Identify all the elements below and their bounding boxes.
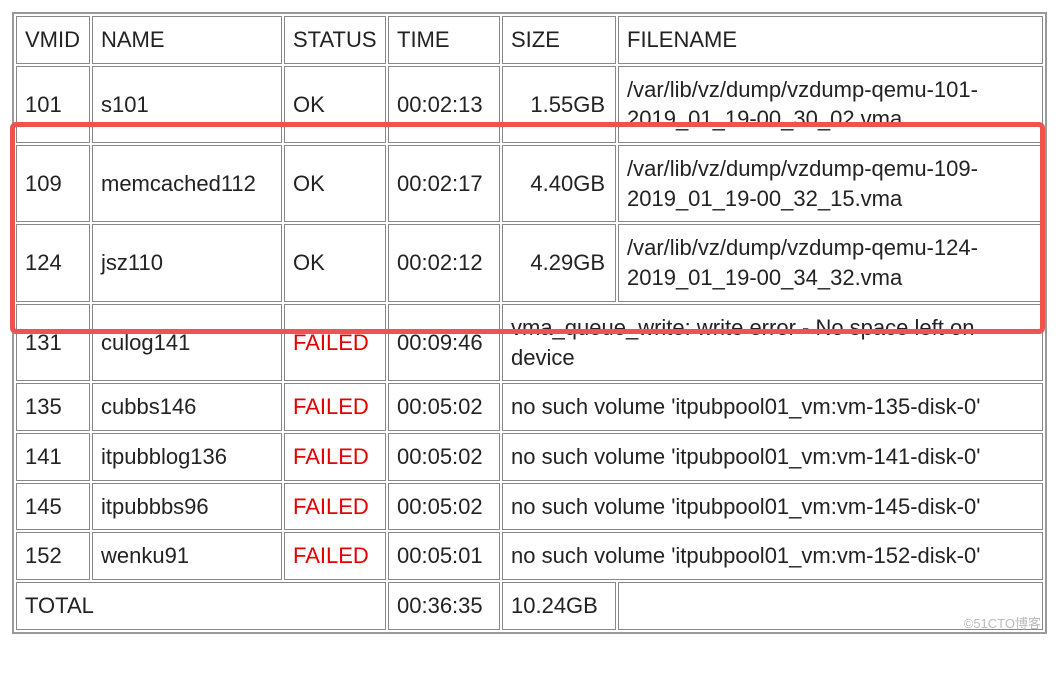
cell-name: memcached112: [92, 145, 282, 222]
table-row: 101s101OK00:02:131.55GB/var/lib/vz/dump/…: [16, 66, 1043, 143]
cell-filename: /var/lib/vz/dump/vzdump-qemu-101-2019_01…: [618, 66, 1043, 143]
col-status: STATUS: [284, 16, 386, 64]
cell-time: 00:05:02: [388, 483, 500, 531]
cell-status: FAILED: [284, 433, 386, 481]
cell-name: s101: [92, 66, 282, 143]
cell-vmid: 145: [16, 483, 90, 531]
col-vmid: VMID: [16, 16, 90, 64]
cell-name: cubbs146: [92, 383, 282, 431]
cell-message: no such volume 'itpubpool01_vm:vm-135-di…: [502, 383, 1043, 431]
cell-time: 00:02:12: [388, 224, 500, 301]
table-row: 141itpubblog136FAILED00:05:02no such vol…: [16, 433, 1043, 481]
cell-status: OK: [284, 145, 386, 222]
cell-name: itpubblog136: [92, 433, 282, 481]
col-name: NAME: [92, 16, 282, 64]
cell-vmid: 141: [16, 433, 90, 481]
cell-time: 00:02:13: [388, 66, 500, 143]
cell-filename: /var/lib/vz/dump/vzdump-qemu-124-2019_01…: [618, 224, 1043, 301]
total-time: 00:36:35: [388, 582, 500, 630]
cell-vmid: 131: [16, 304, 90, 381]
cell-status: FAILED: [284, 304, 386, 381]
table-row: 131culog141FAILED00:09:46vma_queue_write…: [16, 304, 1043, 381]
cell-message: no such volume 'itpubpool01_vm:vm-141-di…: [502, 433, 1043, 481]
table-row: 109memcached112OK00:02:174.40GB/var/lib/…: [16, 145, 1043, 222]
cell-time: 00:05:02: [388, 383, 500, 431]
cell-message: no such volume 'itpubpool01_vm:vm-152-di…: [502, 532, 1043, 580]
cell-status: OK: [284, 224, 386, 301]
cell-time: 00:02:17: [388, 145, 500, 222]
total-row: TOTAL 00:36:35 10.24GB: [16, 582, 1043, 630]
cell-time: 00:05:01: [388, 532, 500, 580]
cell-message: no such volume 'itpubpool01_vm:vm-145-di…: [502, 483, 1043, 531]
col-filename: FILENAME: [618, 16, 1043, 64]
table-row: 152wenku91FAILED00:05:01no such volume '…: [16, 532, 1043, 580]
cell-size: 1.55GB: [502, 66, 616, 143]
table-header-row: VMID NAME STATUS TIME SIZE FILENAME: [16, 16, 1043, 64]
cell-name: itpubbbs96: [92, 483, 282, 531]
cell-vmid: 135: [16, 383, 90, 431]
backup-report-table: VMID NAME STATUS TIME SIZE FILENAME 101s…: [12, 12, 1047, 634]
cell-vmid: 101: [16, 66, 90, 143]
cell-filename: /var/lib/vz/dump/vzdump-qemu-109-2019_01…: [618, 145, 1043, 222]
cell-vmid: 152: [16, 532, 90, 580]
table-row: 135cubbs146FAILED00:05:02no such volume …: [16, 383, 1043, 431]
cell-status: FAILED: [284, 383, 386, 431]
cell-name: wenku91: [92, 532, 282, 580]
col-size: SIZE: [502, 16, 616, 64]
watermark: ©51CTO博客: [964, 613, 1041, 632]
cell-vmid: 109: [16, 145, 90, 222]
cell-message: vma_queue_write: write error - No space …: [502, 304, 1043, 381]
cell-size: 4.40GB: [502, 145, 616, 222]
cell-name: culog141: [92, 304, 282, 381]
table-row: 145itpubbbs96FAILED00:05:02no such volum…: [16, 483, 1043, 531]
table-row: 124jsz110OK00:02:124.29GB/var/lib/vz/dum…: [16, 224, 1043, 301]
cell-status: FAILED: [284, 532, 386, 580]
total-size: 10.24GB: [502, 582, 616, 630]
cell-size: 4.29GB: [502, 224, 616, 301]
cell-name: jsz110: [92, 224, 282, 301]
total-label: TOTAL: [16, 582, 386, 630]
col-time: TIME: [388, 16, 500, 64]
cell-status: OK: [284, 66, 386, 143]
cell-vmid: 124: [16, 224, 90, 301]
cell-time: 00:05:02: [388, 433, 500, 481]
cell-time: 00:09:46: [388, 304, 500, 381]
cell-status: FAILED: [284, 483, 386, 531]
